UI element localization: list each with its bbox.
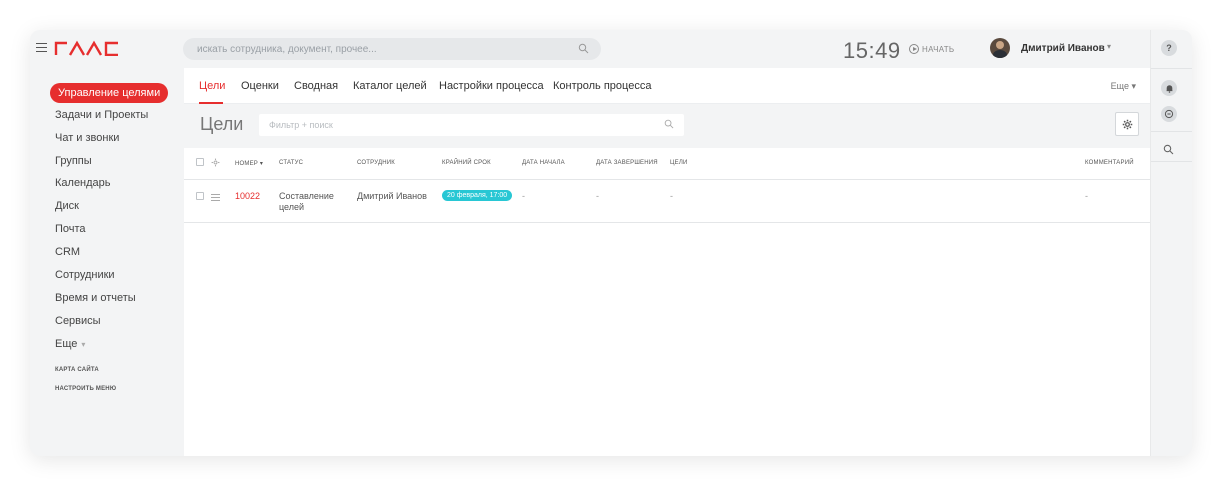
select-all-checkbox[interactable] [196,158,204,166]
column-header-end-date[interactable]: ДАТА ЗАВЕРШЕНИЯ [596,160,658,166]
main-content: Цели Оценки Сводная Каталог целей Настро… [184,68,1150,456]
tabs-more-button[interactable]: Еще ▾ [1111,81,1136,92]
logo[interactable] [54,40,126,56]
column-header-comment[interactable]: КОММЕНТАРИЙ [1085,160,1134,166]
gear-icon[interactable] [211,158,220,167]
row-number[interactable]: 10022 [235,191,260,201]
column-header-start-date[interactable]: ДАТА НАЧАЛА [522,160,565,166]
configure-menu-link[interactable]: НАСТРОИТЬ МЕНЮ [55,386,116,392]
menu-icon[interactable] [36,43,47,52]
start-workday-button[interactable]: НАЧАТЬ [909,44,954,54]
tab-ratings[interactable]: Оценки [241,80,279,92]
column-header-deadline[interactable]: КРАЙНИЙ СРОК [442,160,491,166]
column-header-goals[interactable]: ЦЕЛИ [670,160,688,166]
sidebar-item-time-reports[interactable]: Время и отчеты [55,292,136,304]
sidebar-item-more[interactable]: Еще ▾ [55,338,85,350]
search-icon[interactable] [1163,144,1174,155]
settings-button[interactable] [1115,112,1139,136]
row-goals: - [670,191,673,201]
bell-icon[interactable] [1161,80,1177,96]
tab-summary[interactable]: Сводная [294,80,338,92]
sidebar-item-mail[interactable]: Почта [55,223,86,235]
clock: 15:49 [843,38,901,63]
row-start-date: - [522,191,525,201]
row-status: Составление целей [279,191,334,212]
help-label: ? [1166,43,1172,53]
sort-down-icon: ▾ [259,161,264,167]
left-sidebar: Управление целями Задачи и Проекты Чат и… [30,68,184,456]
sidebar-item-groups[interactable]: Группы [55,155,92,167]
right-rail: ? [1150,30,1192,456]
column-header-employee[interactable]: СОТРУДНИК [357,160,395,166]
table-header: НОМЕР ▾ СТАТУС СОТРУДНИК КРАЙНИЙ СРОК ДА… [184,148,1150,180]
tab-goals[interactable]: Цели [199,80,225,92]
tab-goal-catalog[interactable]: Каталог целей [353,80,427,92]
global-search-input[interactable]: искать сотрудника, документ, прочее... [183,38,601,60]
row-employee[interactable]: Дмитрий Иванов [357,191,427,201]
sidebar-item-employees[interactable]: Сотрудники [55,269,115,281]
row-menu-icon[interactable] [211,194,220,201]
rail-divider [1151,131,1192,132]
sidebar-item-goals[interactable]: Управление целями [50,83,169,103]
sidebar-item-disk[interactable]: Диск [55,200,79,212]
row-comment: - [1085,191,1088,201]
column-header-status[interactable]: СТАТУС [279,160,303,166]
tab-process-settings[interactable]: Настройки процесса [439,80,544,92]
sidebar-item-crm[interactable]: CRM [55,246,80,258]
tab-process-control[interactable]: Контроль процесса [553,80,651,92]
play-icon [909,44,919,54]
sidebar-item-services[interactable]: Сервисы [55,315,101,327]
search-icon[interactable] [664,119,674,129]
page-title: Цели [200,114,244,134]
sidebar-item-calendar[interactable]: Календарь [55,177,111,189]
column-header-number[interactable]: НОМЕР ▾ [235,160,263,167]
sidebar-item-tasks[interactable]: Задачи и Проекты [55,109,148,121]
help-icon[interactable]: ? [1161,40,1177,56]
table-row[interactable]: 10022 Составление целей Дмитрий Иванов 2… [184,180,1150,223]
chevron-down-icon[interactable]: ▾ [1107,42,1111,51]
search-icon[interactable] [578,43,589,54]
avatar[interactable] [990,38,1010,58]
filter-search-input[interactable]: Фильтр + поиск [259,114,684,136]
gear-icon [1122,119,1132,129]
app-window: искать сотрудника, документ, прочее... 1… [30,30,1192,456]
search-placeholder: искать сотрудника, документ, прочее... [197,43,377,55]
chat-icon[interactable] [1161,106,1177,122]
toolbar: Цели Фильтр + поиск [184,104,1150,148]
row-checkbox[interactable] [196,192,204,200]
sidebar-more-label: Еще [55,338,78,350]
sitemap-link[interactable]: КАРТА САЙТА [55,367,99,373]
row-end-date: - [596,191,599,201]
column-label: НОМЕР [235,161,259,167]
user-name[interactable]: Дмитрий Иванов [1021,43,1105,54]
filter-placeholder: Фильтр + поиск [269,120,333,130]
rail-divider [1151,68,1192,69]
chevron-down-icon: ▾ [81,340,86,349]
rail-divider [1151,161,1192,162]
start-label: НАЧАТЬ [922,44,955,54]
sidebar-item-chat[interactable]: Чат и звонки [55,132,119,144]
top-header: искать сотрудника, документ, прочее... 1… [30,30,1150,68]
deadline-badge: 20 февраля, 17:00 [442,190,513,201]
tab-bar: Цели Оценки Сводная Каталог целей Настро… [184,68,1150,104]
